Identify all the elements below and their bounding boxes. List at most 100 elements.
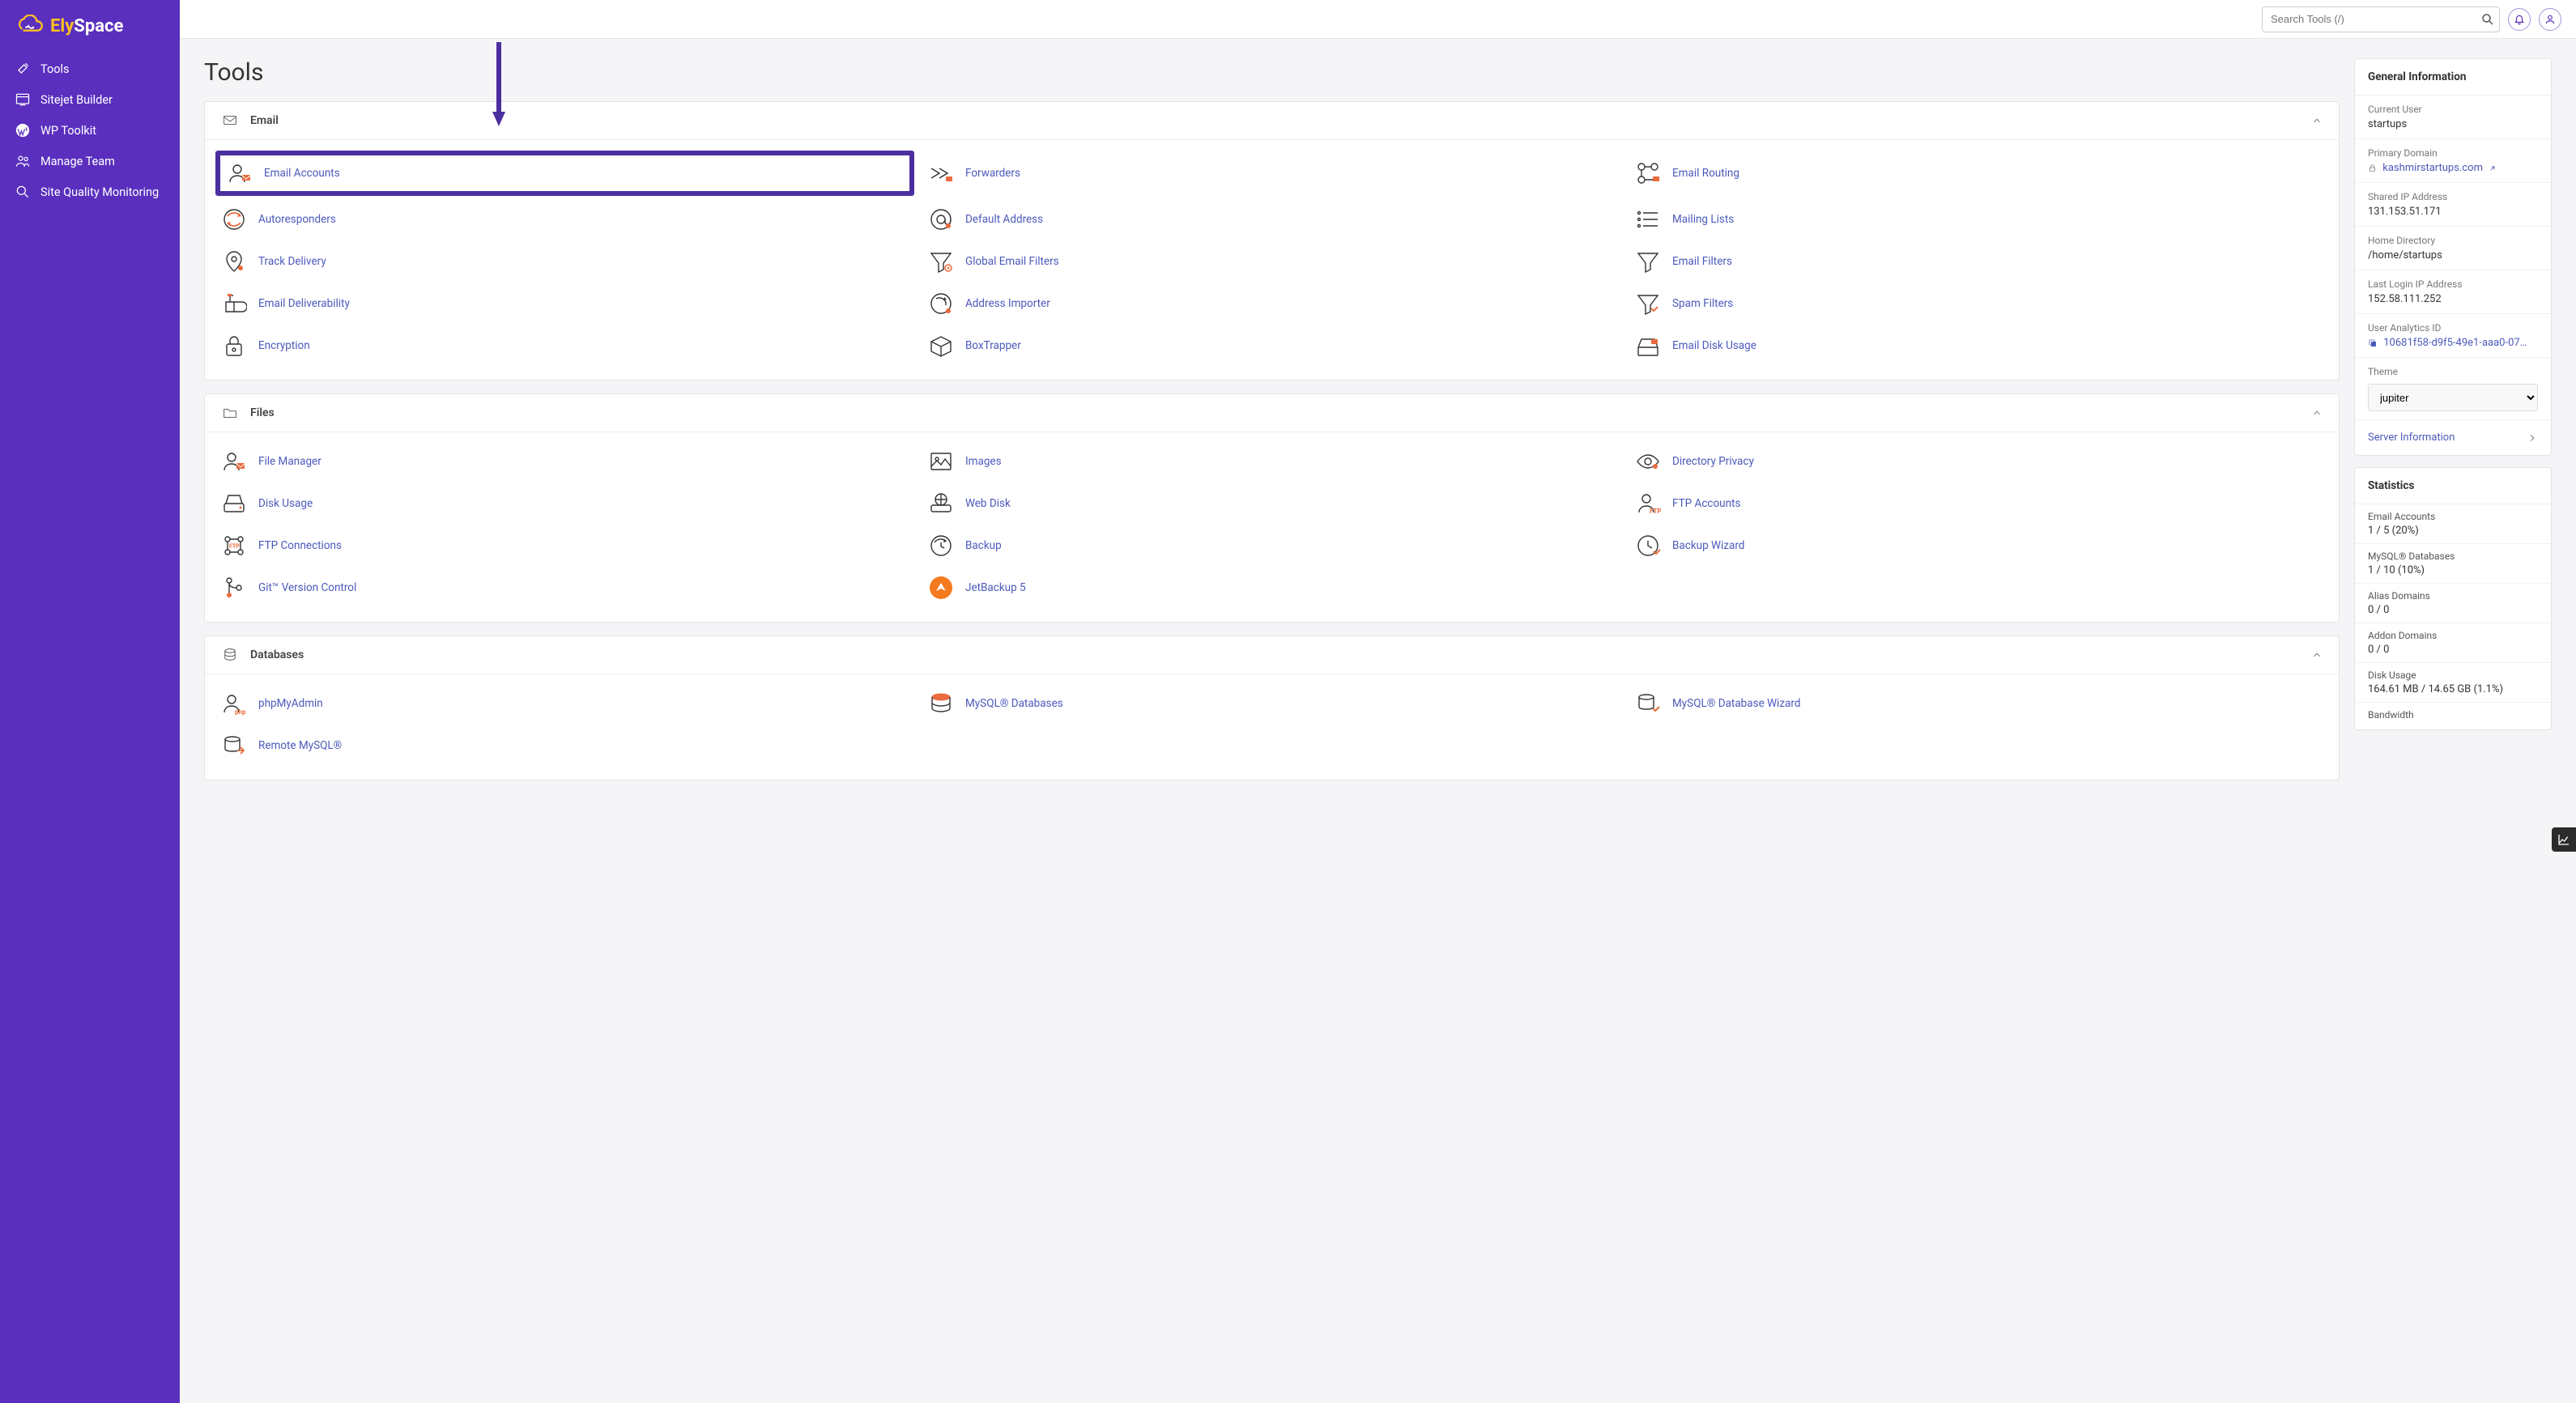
tool-mysql-wizard[interactable]: MySQL® Database Wizard — [1625, 682, 2332, 725]
wordpress-icon — [15, 122, 31, 138]
tool-images[interactable]: Images — [918, 440, 1625, 483]
stat-row: Email Accounts 1 / 5 (20%) — [2355, 504, 2551, 544]
nav-sitejet[interactable]: Sitejet Builder — [0, 84, 180, 115]
nav-manage-team[interactable]: Manage Team — [0, 146, 180, 176]
statistics-panel: Statistics Email Accounts 1 / 5 (20%)MyS… — [2354, 467, 2552, 730]
group-header[interactable]: Email — [205, 102, 2339, 140]
tool-backup[interactable]: Backup — [918, 525, 1625, 567]
databases-icon — [221, 648, 239, 662]
tool-phpmyadmin[interactable]: phpMyAdmin — [211, 682, 918, 725]
tool-email-routing[interactable]: Email Routing — [1625, 148, 2332, 198]
tool-global-filters[interactable]: Global Email Filters — [918, 240, 1625, 283]
deliverability-icon — [221, 291, 247, 317]
group-title: Email — [250, 114, 2300, 127]
tool-label: Email Accounts — [264, 167, 340, 180]
stat-row: Alias Domains 0 / 0 — [2355, 584, 2551, 623]
tool-boxtrapper[interactable]: BoxTrapper — [918, 325, 1625, 367]
chevron-up-icon — [2311, 115, 2323, 126]
server-info-link[interactable]: Server Information — [2355, 420, 2551, 455]
stat-label: Email Accounts — [2368, 511, 2538, 522]
nav-label: WP Toolkit — [40, 124, 96, 138]
tool-label: Disk Usage — [258, 497, 313, 510]
tool-label: Address Importer — [965, 297, 1050, 310]
last-login-value: 152.58.111.252 — [2368, 293, 2538, 305]
tool-label: Web Disk — [965, 497, 1011, 510]
stat-row: Bandwidth — [2355, 703, 2551, 729]
nav-tools[interactable]: Tools — [0, 53, 180, 84]
tool-label: Spam Filters — [1672, 297, 1733, 310]
chevron-up-icon — [2311, 649, 2323, 661]
tool-dir-privacy[interactable]: Directory Privacy — [1625, 440, 2332, 483]
email-routing-icon — [1635, 160, 1661, 186]
shared-ip-label: Shared IP Address — [2368, 191, 2538, 202]
tool-autoresponders[interactable]: Autoresponders — [211, 198, 918, 240]
tool-label: MySQL® Database Wizard — [1672, 697, 1800, 710]
nav-wptoolkit[interactable]: WP Toolkit — [0, 115, 180, 146]
tool-email-filters[interactable]: Email Filters — [1625, 240, 2332, 283]
encryption-icon — [221, 333, 247, 359]
nav-label: Manage Team — [40, 155, 115, 168]
tool-file-manager[interactable]: File Manager — [211, 440, 918, 483]
user-menu-button[interactable] — [2539, 8, 2561, 31]
file-manager-icon — [221, 449, 247, 474]
analytics-id-link[interactable]: 10681f58-d9f5-49e1-aaa0-07… — [2383, 337, 2527, 349]
tool-spam-filters[interactable]: Spam Filters — [1625, 283, 2332, 325]
tool-label: Email Disk Usage — [1672, 339, 1756, 352]
tool-backup-wizard[interactable]: Backup Wizard — [1625, 525, 2332, 567]
tool-mailing-lists[interactable]: Mailing Lists — [1625, 198, 2332, 240]
tool-label: JetBackup 5 — [965, 581, 1026, 594]
tool-label: MySQL® Databases — [965, 697, 1063, 710]
tool-ftp-connections[interactable]: FTP Connections — [211, 525, 918, 567]
tool-address-importer[interactable]: Address Importer — [918, 283, 1625, 325]
current-user-label: Current User — [2368, 104, 2538, 115]
theme-select[interactable]: jupiter — [2368, 384, 2538, 411]
tool-disk-usage[interactable]: Disk Usage — [211, 483, 918, 525]
tool-default-address[interactable]: Default Address — [918, 198, 1625, 240]
floating-stats-button[interactable] — [2552, 827, 2576, 852]
tool-git[interactable]: Git™ Version Control — [211, 567, 918, 609]
cloud-logo-icon — [15, 15, 45, 37]
web-disk-icon — [928, 491, 954, 517]
nav-label: Sitejet Builder — [40, 93, 113, 107]
stat-label: Disk Usage — [2368, 670, 2538, 681]
search-input[interactable] — [2262, 6, 2500, 32]
tool-mysql-db[interactable]: MySQL® Databases — [918, 682, 1625, 725]
mysql-wizard-icon — [1635, 691, 1661, 716]
tools-group-files: Files File Manager Images Directory Priv… — [204, 393, 2340, 623]
tool-label: Encryption — [258, 339, 310, 352]
group-title: Files — [250, 406, 2300, 419]
stat-row: MySQL® Databases 1 / 10 (10%) — [2355, 544, 2551, 584]
track-delivery-icon — [221, 249, 247, 274]
tools-group-email: Email Email Accounts Forwarders Email Ro… — [204, 101, 2340, 381]
tool-label: Email Deliverability — [258, 297, 350, 310]
tool-remote-mysql[interactable]: Remote MySQL® — [211, 725, 918, 767]
group-header[interactable]: Files — [205, 394, 2339, 432]
search-icon[interactable] — [2480, 12, 2495, 27]
tool-encryption[interactable]: Encryption — [211, 325, 918, 367]
tool-deliverability[interactable]: Email Deliverability — [211, 283, 918, 325]
tool-jetbackup[interactable]: JetBackup 5 — [918, 567, 1625, 609]
sidebar: ElySpace Tools Sitejet Builder WP Toolki… — [0, 0, 180, 1403]
tool-label: Default Address — [965, 213, 1043, 226]
tool-label: Backup Wizard — [1672, 539, 1744, 552]
primary-domain-link[interactable]: kashmirstartups.com — [2382, 162, 2483, 174]
external-link-icon — [2489, 164, 2497, 172]
tool-email-accounts[interactable]: Email Accounts — [216, 151, 913, 195]
stat-value: 0 / 0 — [2368, 604, 2538, 616]
copy-icon[interactable] — [2368, 338, 2378, 348]
default-address-icon — [928, 206, 954, 232]
tool-label: File Manager — [258, 455, 321, 468]
tool-forwarders[interactable]: Forwarders — [918, 148, 1625, 198]
tool-ftp-accounts[interactable]: FTP Accounts — [1625, 483, 2332, 525]
tools-group-databases: Databases phpMyAdmin MySQL® Databases My… — [204, 636, 2340, 780]
tool-email-disk-usage[interactable]: Email Disk Usage — [1625, 325, 2332, 367]
tool-track-delivery[interactable]: Track Delivery — [211, 240, 918, 283]
tool-web-disk[interactable]: Web Disk — [918, 483, 1625, 525]
tool-label: Images — [965, 455, 1002, 468]
jetbackup-icon — [928, 575, 954, 601]
group-header[interactable]: Databases — [205, 636, 2339, 674]
bell-icon — [2514, 14, 2525, 25]
nav-site-quality[interactable]: Site Quality Monitoring — [0, 176, 180, 207]
group-body: File Manager Images Directory Privacy Di… — [205, 432, 2339, 622]
notifications-button[interactable] — [2508, 8, 2531, 31]
